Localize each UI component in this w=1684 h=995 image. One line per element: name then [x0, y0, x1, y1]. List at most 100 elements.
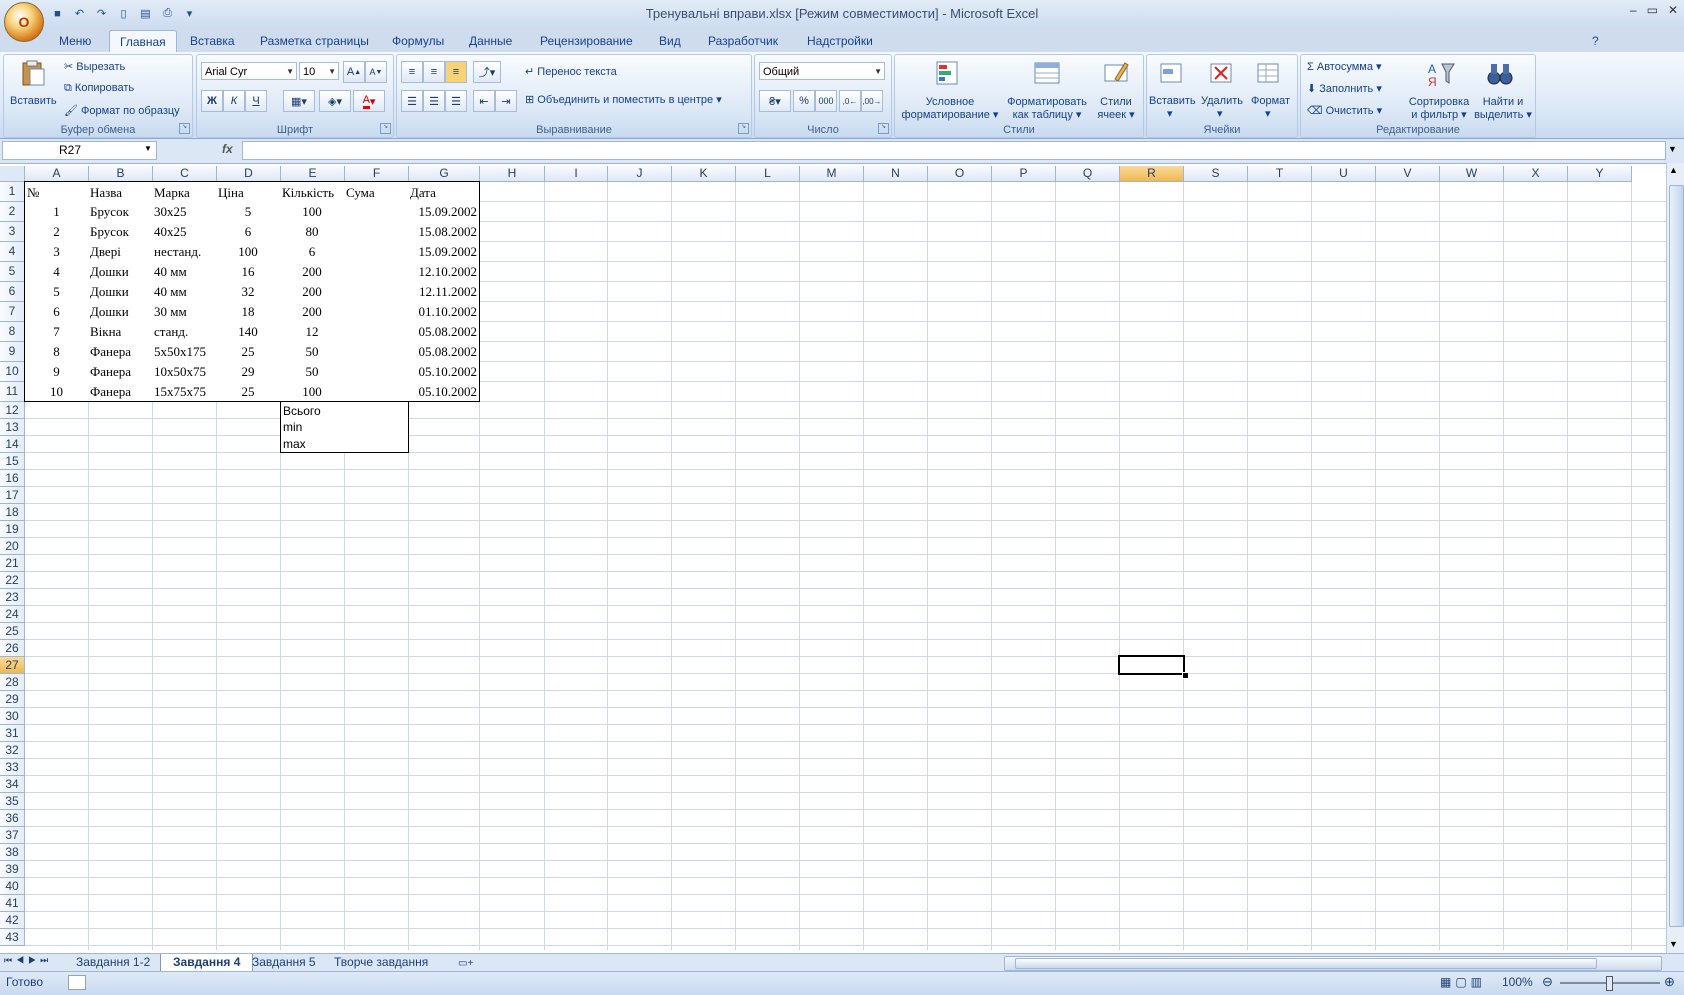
table-cell[interactable]: 5x50x175	[152, 341, 217, 362]
conditional-format-button[interactable]: Условное форматирование ▾	[895, 96, 1005, 121]
format-as-table-icon[interactable]	[1032, 59, 1062, 89]
minimize-button[interactable]: –	[1630, 3, 1637, 17]
table-cell[interactable]: Сума	[344, 181, 409, 202]
column-header[interactable]: B	[89, 166, 153, 182]
decrease-decimal-icon[interactable]: ,00→	[861, 90, 883, 112]
sheet-tab[interactable]: Завдання 5	[240, 954, 328, 971]
font-size-combo[interactable]: 10 ▼	[299, 62, 339, 80]
column-header[interactable]: H	[480, 166, 545, 182]
tab-review[interactable]: Рецензирование	[540, 32, 633, 52]
increase-decimal-icon[interactable]: ,0←	[839, 90, 861, 112]
table-cell[interactable]: Фанера	[88, 381, 153, 402]
row-header[interactable]: 4	[0, 242, 25, 262]
row-header[interactable]: 41	[0, 895, 25, 912]
column-header[interactable]: D	[217, 166, 281, 182]
column-header[interactable]: Y	[1568, 166, 1632, 182]
increase-indent-icon[interactable]: ⇥	[495, 90, 517, 112]
row-header[interactable]: 12	[0, 402, 25, 419]
row-header[interactable]: 21	[0, 555, 25, 572]
table-cell[interactable]: max	[280, 435, 345, 453]
table-cell[interactable]: Двері	[88, 241, 153, 262]
table-cell[interactable]: 05.10.2002	[408, 361, 480, 382]
table-cell[interactable]: 25	[216, 381, 281, 402]
cell-styles-icon[interactable]	[1101, 59, 1131, 89]
table-cell[interactable]	[344, 361, 409, 382]
row-header[interactable]: 23	[0, 589, 25, 606]
table-cell[interactable]: Назва	[88, 181, 153, 202]
row-header[interactable]: 17	[0, 487, 25, 504]
horizontal-scrollbar[interactable]	[1004, 956, 1662, 971]
table-cell[interactable]: 6	[24, 301, 89, 322]
table-cell[interactable]: 15.08.2002	[408, 221, 480, 242]
format-cells-button[interactable]: Формат ▾	[1251, 95, 1290, 120]
view-buttons-icon[interactable]: ▦▢▥	[1440, 975, 1486, 989]
row-header[interactable]: 34	[0, 776, 25, 793]
row-header[interactable]: 14	[0, 436, 25, 453]
table-cell[interactable]: 100	[216, 241, 281, 262]
row-header[interactable]: 33	[0, 759, 25, 776]
table-cell[interactable]: 30x25	[152, 201, 217, 222]
table-cell[interactable]: 140	[216, 321, 281, 342]
percent-button[interactable]: %	[793, 90, 815, 112]
table-cell[interactable]: 10	[24, 381, 89, 402]
table-cell[interactable]	[344, 281, 409, 302]
row-header[interactable]: 25	[0, 623, 25, 640]
autosum-button[interactable]: Σ Автосумма ▾	[1307, 60, 1382, 73]
table-cell[interactable]: Всього	[280, 401, 345, 419]
table-cell[interactable]: 05.08.2002	[408, 321, 480, 342]
row-header[interactable]: 31	[0, 725, 25, 742]
row-header[interactable]: 29	[0, 691, 25, 708]
table-cell[interactable]: №	[24, 181, 89, 202]
table-cell[interactable]: 4	[24, 261, 89, 282]
table-cell[interactable]: нестанд.	[152, 241, 217, 262]
tab-formulas[interactable]: Формулы	[392, 32, 444, 52]
format-as-table-button[interactable]: Форматировать как таблицу ▾	[999, 96, 1095, 121]
sort-filter-icon[interactable]: AЯ	[1425, 59, 1455, 89]
tab-home[interactable]: Главная	[109, 30, 177, 53]
column-header[interactable]: L	[736, 166, 800, 182]
column-header[interactable]: X	[1504, 166, 1568, 182]
align-center-icon[interactable]: ☰	[423, 90, 445, 112]
row-header[interactable]: 38	[0, 844, 25, 861]
table-cell[interactable]: 6	[280, 241, 345, 262]
cut-button[interactable]: ✂ Вырезать	[64, 60, 125, 73]
column-header[interactable]: K	[672, 166, 736, 182]
underline-button[interactable]: Ч	[245, 90, 267, 112]
name-box[interactable]: R27	[2, 141, 157, 160]
column-header[interactable]: I	[545, 166, 608, 182]
table-cell[interactable]	[344, 321, 409, 342]
clear-button[interactable]: ⌫ Очистить ▾	[1307, 104, 1382, 117]
table-cell[interactable]: 15x75x75	[152, 381, 217, 402]
column-header[interactable]: E	[281, 166, 345, 182]
row-header[interactable]: 6	[0, 282, 25, 302]
table-cell[interactable]	[344, 381, 409, 402]
paste-icon[interactable]	[18, 59, 48, 89]
table-cell[interactable]: 100	[280, 201, 345, 222]
insert-cells-button[interactable]: Вставить ▾	[1149, 95, 1196, 120]
row-header[interactable]: 16	[0, 470, 25, 487]
row-header[interactable]: 2	[0, 202, 25, 222]
close-button[interactable]: ✕	[1668, 3, 1678, 17]
table-cell[interactable]	[344, 401, 409, 419]
fill-button[interactable]: ⬇ Заполнить ▾	[1307, 82, 1382, 95]
table-cell[interactable]: 40 мм	[152, 261, 217, 282]
row-header[interactable]: 3	[0, 222, 25, 242]
row-header[interactable]: 40	[0, 878, 25, 895]
column-header[interactable]: N	[864, 166, 928, 182]
column-header[interactable]: R	[1120, 166, 1184, 182]
paste-button[interactable]: Вставить	[10, 95, 57, 107]
font-name-combo[interactable]: Arial Cyr ▼	[201, 62, 297, 80]
help-icon[interactable]: ?	[1592, 32, 1599, 52]
table-cell[interactable]	[344, 435, 409, 453]
insert-cells-icon[interactable]	[1155, 59, 1185, 89]
tab-addins[interactable]: Надстройки	[807, 32, 873, 52]
borders-button[interactable]: ▦▾	[283, 90, 315, 112]
tab-page-layout[interactable]: Разметка страницы	[260, 32, 369, 52]
row-header[interactable]: 13	[0, 419, 25, 436]
table-cell[interactable]	[344, 201, 409, 222]
table-cell[interactable]	[344, 241, 409, 262]
row-header[interactable]: 39	[0, 861, 25, 878]
table-cell[interactable]	[344, 261, 409, 282]
delete-cells-button[interactable]: Удалить ▾	[1201, 95, 1243, 120]
number-format-combo[interactable]: Общий ▼	[759, 62, 885, 80]
